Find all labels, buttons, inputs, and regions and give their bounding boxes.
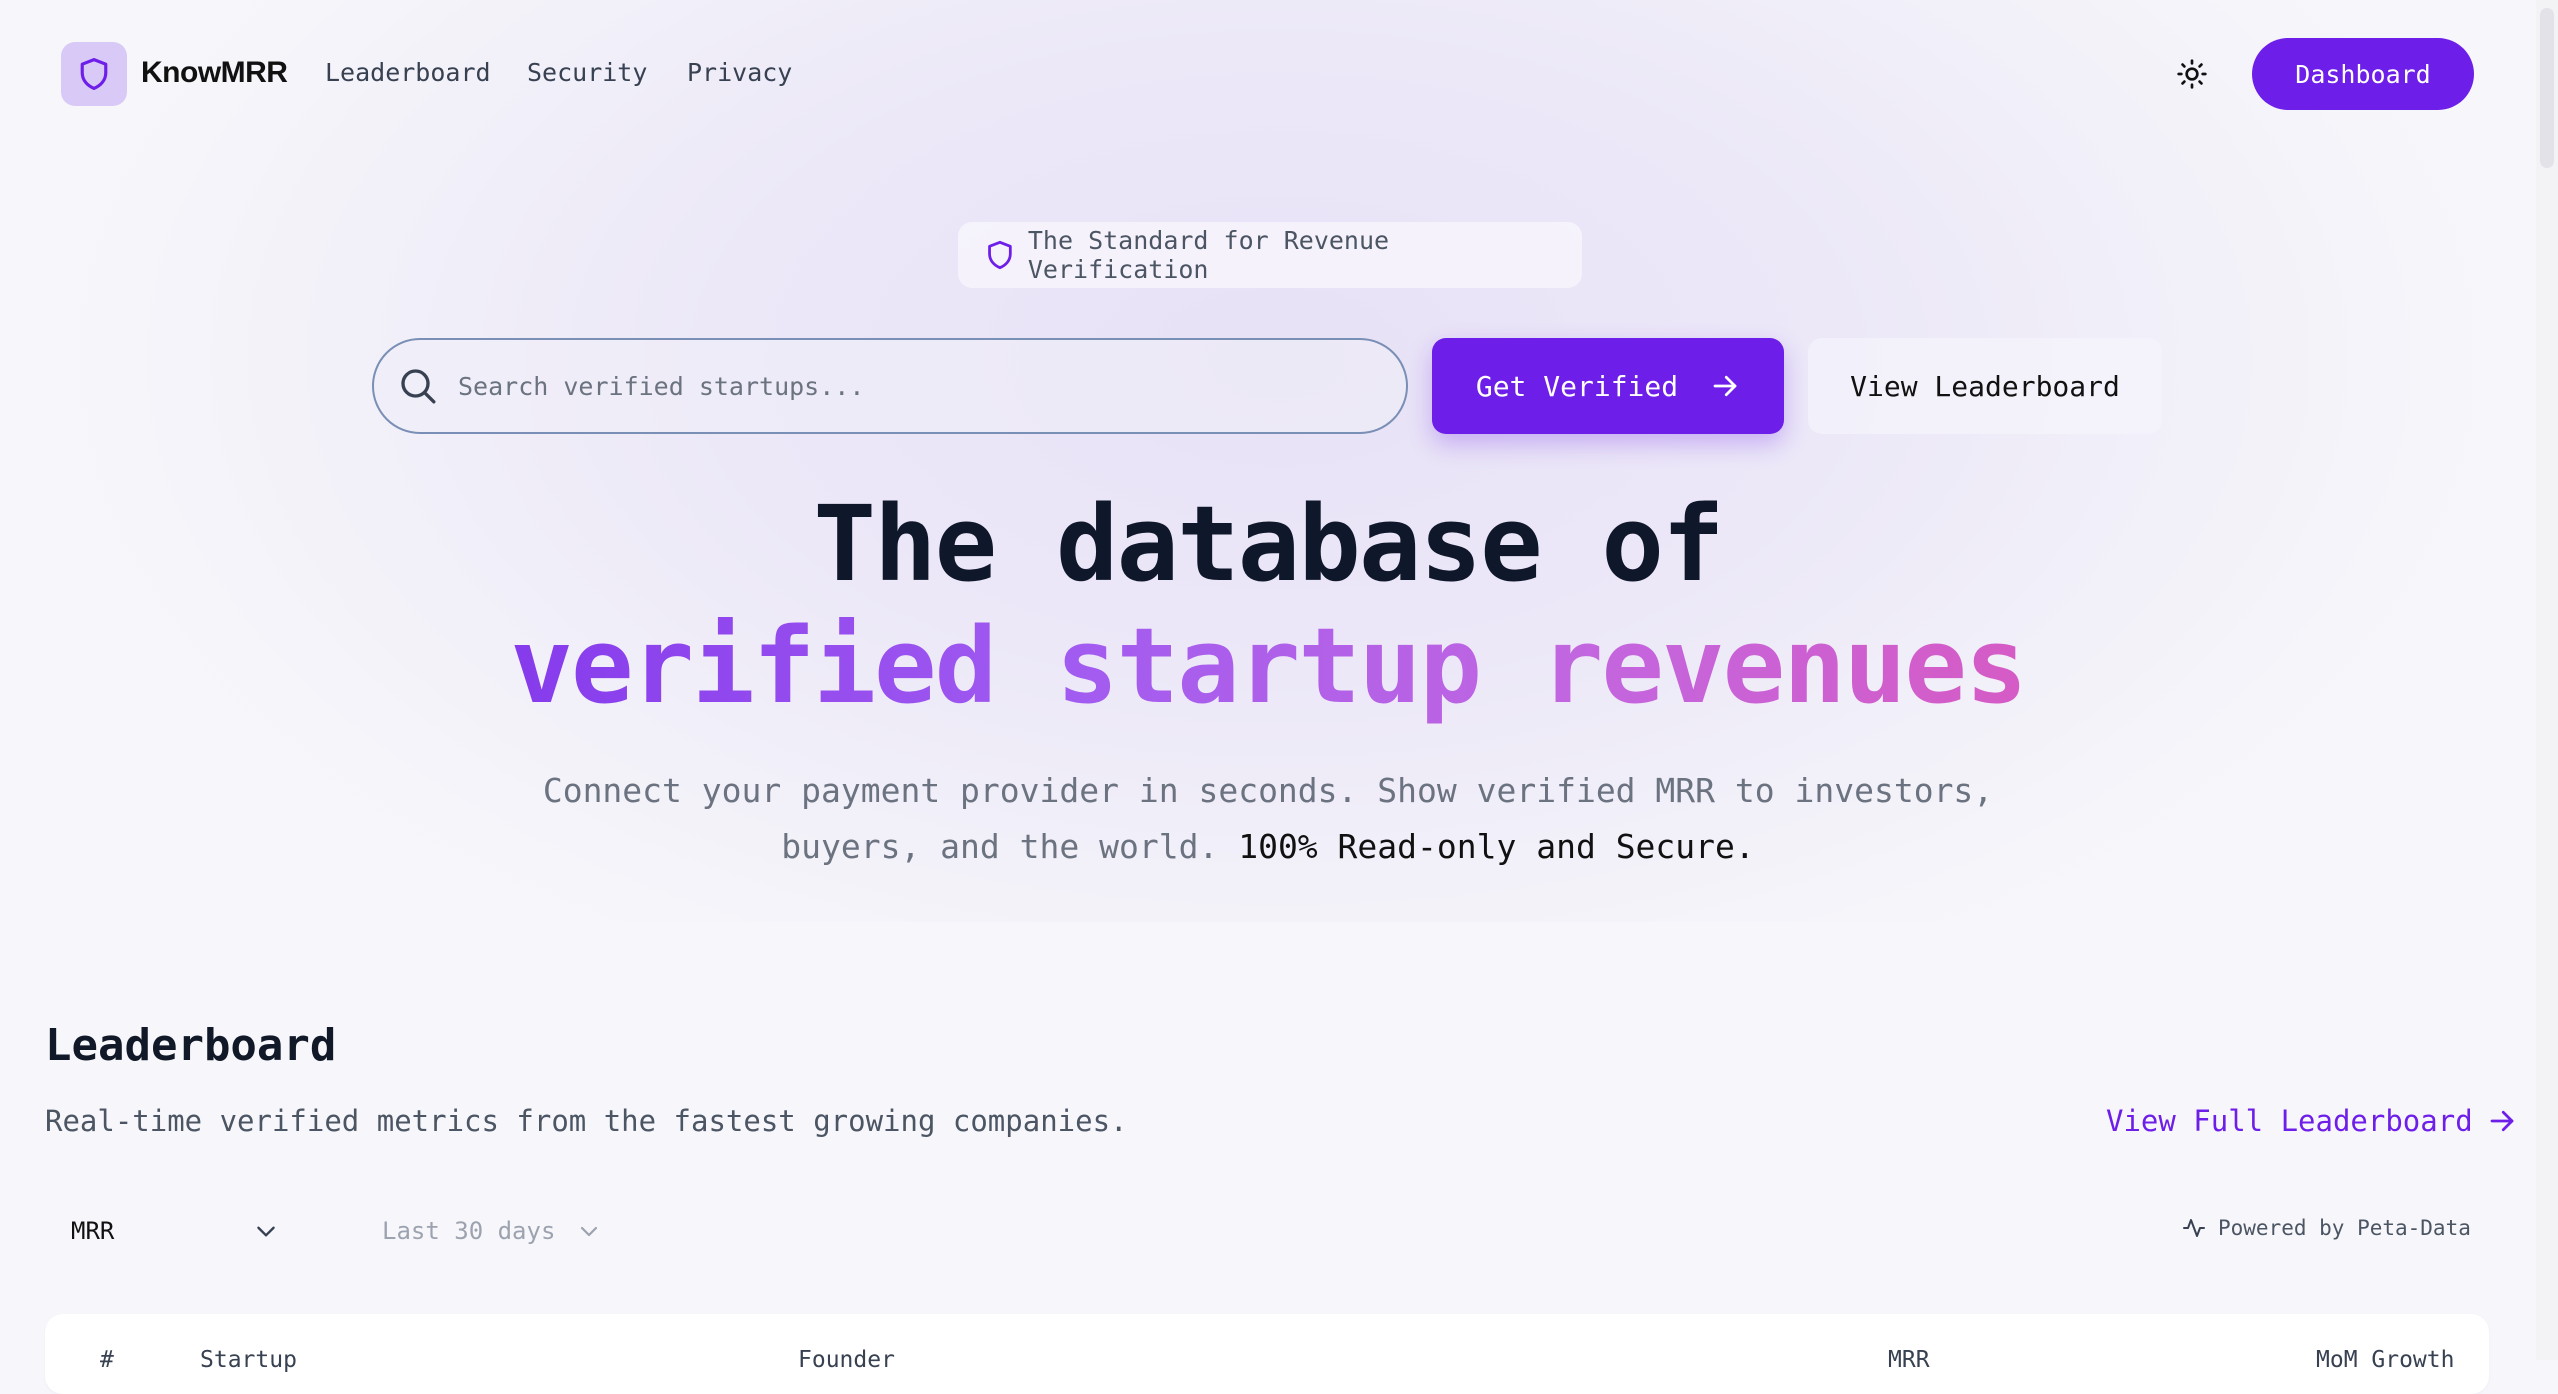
column-header-startup[interactable]: Startup [200, 1347, 297, 1373]
subtitle-line-2: buyers, and the world. 100% Read-only an… [0, 819, 2536, 875]
headline-line-2: verified startup revenues [0, 606, 2536, 726]
search-input[interactable] [456, 370, 1360, 402]
scrollbar-thumb[interactable] [2540, 8, 2554, 168]
leaderboard-title: Leaderboard [45, 1020, 337, 1071]
get-verified-button[interactable]: Get Verified [1432, 338, 1784, 434]
range-select[interactable]: Last 30 days [360, 1200, 630, 1262]
arrow-right-icon [2490, 1110, 2514, 1132]
dashboard-button[interactable]: Dashboard [2252, 38, 2474, 110]
nav-link-security[interactable]: Security [527, 58, 647, 87]
shield-icon [80, 58, 108, 90]
search-icon [401, 369, 436, 404]
shield-icon [988, 240, 1012, 270]
column-header-founder[interactable]: Founder [798, 1347, 895, 1373]
view-full-leaderboard-label: View Full Leaderboard [2106, 1104, 2473, 1138]
column-header-mrr[interactable]: MRR [1888, 1347, 1930, 1373]
leaderboard-description: Real-time verified metrics from the fast… [45, 1104, 1128, 1138]
top-nav: KnowMRR Leaderboard Security Privacy Das… [0, 0, 2536, 148]
column-header-rank[interactable]: # [100, 1347, 114, 1373]
badge-text: The Standard for Revenue Verification [1027, 226, 1390, 284]
nav-link-leaderboard[interactable]: Leaderboard [325, 58, 491, 87]
brand-logo[interactable] [61, 42, 127, 106]
chevron-down-icon [581, 1226, 598, 1237]
theme-toggle-button[interactable] [2172, 54, 2212, 94]
view-full-leaderboard-link[interactable]: View Full Leaderboard [2106, 1104, 2517, 1138]
metric-select-value: MRR [71, 1217, 115, 1245]
activity-icon [2183, 1219, 2205, 1237]
metric-select[interactable]: MRR [45, 1200, 305, 1262]
powered-by-text: Powered by Peta-Data [2218, 1216, 2471, 1240]
brand-name[interactable]: KnowMRR [141, 56, 288, 90]
column-header-mom-growth[interactable]: MoM Growth [2316, 1347, 2454, 1373]
headline-line-1: The database of [813, 483, 1724, 605]
get-verified-label: Get Verified [1475, 369, 1679, 403]
arrow-right-icon [1713, 375, 1737, 397]
powered-by: Powered by Peta-Data [2182, 1216, 2471, 1240]
view-leaderboard-button[interactable]: View Leaderboard [1808, 338, 2162, 434]
range-select-value: Last 30 days [382, 1217, 556, 1245]
hero-subtitle: Connect your payment provider in seconds… [0, 763, 2536, 875]
subtitle-line-1: Connect your payment provider in seconds… [542, 771, 1994, 810]
leaderboard-table [45, 1314, 2489, 1394]
chevron-down-icon [257, 1226, 275, 1237]
hero-badge: The Standard for Revenue Verification [958, 222, 1582, 288]
scrollbar[interactable] [2536, 0, 2558, 1360]
nav-link-privacy[interactable]: Privacy [687, 58, 792, 87]
search-box[interactable] [372, 338, 1408, 434]
subtitle-plain: buyers, and the world. [781, 827, 1219, 866]
sun-icon [2177, 59, 2207, 89]
subtitle-strong: 100% Read-only and Secure. [1238, 827, 1755, 866]
